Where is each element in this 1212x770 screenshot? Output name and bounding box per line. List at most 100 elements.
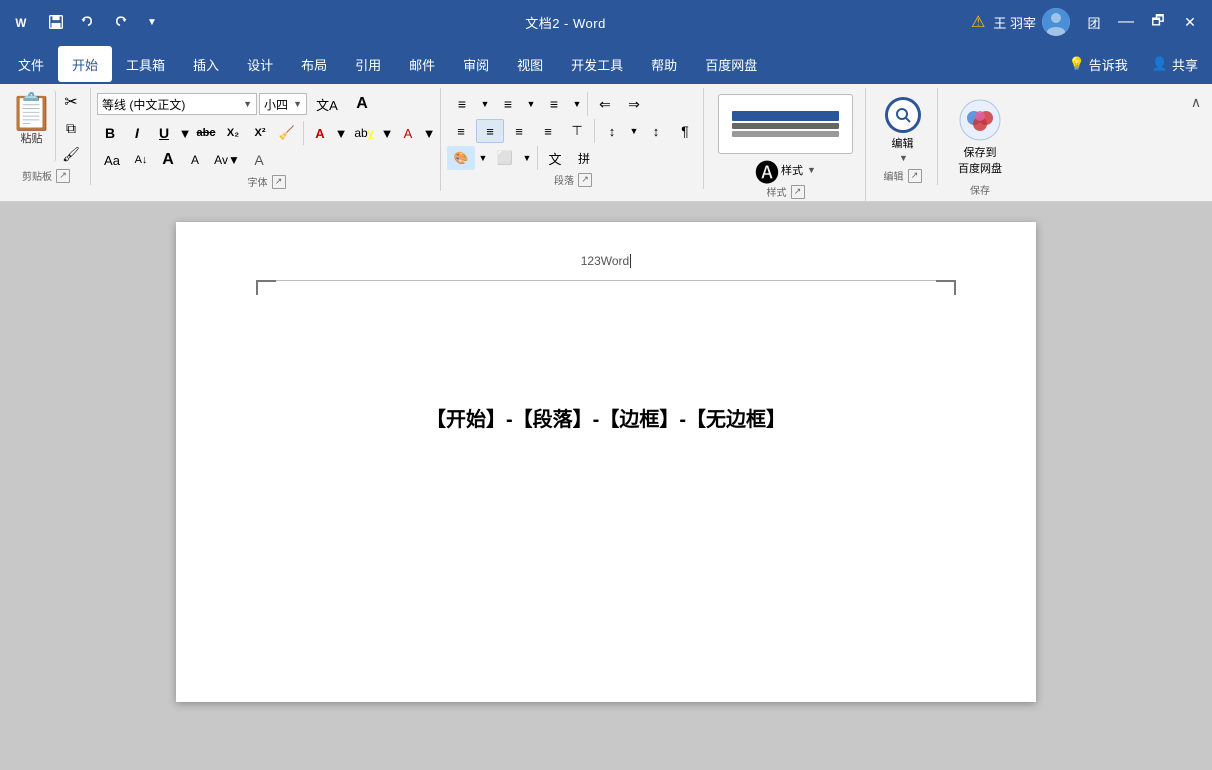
menu-references[interactable]: 引用 — [341, 46, 395, 82]
window-group-button[interactable]: 团 — [1080, 8, 1108, 36]
clear-format-button[interactable]: 🧹 — [274, 121, 300, 145]
restore-button[interactable]: 🗗 — [1144, 8, 1172, 36]
menu-view[interactable]: 视图 — [503, 46, 557, 82]
font-a-button[interactable]: A — [347, 92, 377, 116]
font-color-dropdown[interactable]: ▼ — [334, 121, 348, 145]
redo-button[interactable] — [106, 8, 134, 36]
close-button[interactable]: ✕ — [1176, 8, 1204, 36]
menu-baidu-disk[interactable]: 百度网盘 — [691, 46, 771, 82]
menu-layout[interactable]: 布局 — [287, 46, 341, 82]
superscript-button[interactable]: X² — [247, 121, 273, 145]
wn-button[interactable]: 文A — [309, 92, 345, 116]
paste-button[interactable]: 📋 粘贴 — [8, 90, 56, 162]
word-app-icon[interactable]: W — [8, 8, 36, 36]
numbering-dropdown[interactable]: ▼ — [524, 92, 538, 116]
decrease-indent-button[interactable]: ⇐ — [591, 92, 619, 116]
borders-dropdown[interactable]: ▼ — [520, 146, 534, 170]
chinese-layout-button[interactable]: 文 — [541, 146, 569, 170]
header-corner-left — [256, 280, 276, 295]
shrink-font-button[interactable]: A↓ — [128, 148, 154, 172]
font-name-selector[interactable]: 等线 (中文正文) ▼ — [97, 93, 257, 115]
shading-button[interactable]: 🎨 — [447, 146, 475, 170]
save-label: 保存 — [944, 180, 1016, 199]
document-content[interactable]: 【开始】-【段落】-【边框】-【无边框】 — [256, 402, 956, 438]
undo-button[interactable] — [74, 8, 102, 36]
align-center-button[interactable]: ≡ — [476, 119, 504, 143]
font-color2-button[interactable]: A — [395, 121, 421, 145]
align-right-button[interactable]: ≡ — [505, 119, 533, 143]
share-button[interactable]: 👤 共享 — [1142, 51, 1208, 78]
title-bar: W ▼ 文档2 - Word ⚠ 王 羽宰 团 — 🗗 — [0, 0, 1212, 44]
menu-mailings[interactable]: 邮件 — [395, 46, 449, 82]
menu-review[interactable]: 审阅 — [449, 46, 503, 82]
minimize-button[interactable]: — — [1112, 8, 1140, 36]
font-color2-dropdown[interactable]: ▼ — [422, 121, 436, 145]
multilevel-button[interactable]: ≡ — [539, 92, 569, 116]
menu-insert[interactable]: 插入 — [179, 46, 233, 82]
para-divider1 — [587, 92, 588, 116]
borders-button[interactable]: ⬜ — [491, 146, 519, 170]
menu-developer[interactable]: 开发工具 — [557, 46, 637, 82]
font-size-selector[interactable]: 小四 ▼ — [259, 93, 307, 115]
document-page[interactable]: 123Word 【开始】-【段落】-【边框】-【无边框】 — [176, 222, 1036, 702]
char-spacing-button[interactable]: Av▼ — [209, 148, 245, 172]
shrink-font2-button[interactable]: A — [182, 148, 208, 172]
expand-font-button[interactable]: Aa — [97, 148, 127, 172]
text-cursor — [630, 254, 631, 268]
bullets-dropdown[interactable]: ▼ — [478, 92, 492, 116]
editing-search-button[interactable]: 编辑 ▼ — [879, 94, 927, 166]
multilevel-dropdown[interactable]: ▼ — [570, 92, 584, 116]
clipboard-group-content: 📋 粘贴 ✂ ⧉ 🖌 — [8, 90, 84, 166]
numbering-button[interactable]: ≡ — [493, 92, 523, 116]
subscript-button[interactable]: X₂ — [220, 121, 246, 145]
user-info[interactable]: ⚠ 王 羽宰 — [965, 6, 1076, 38]
paragraph-launcher[interactable]: ↗ — [578, 173, 592, 187]
sort-button[interactable]: ↕ — [642, 119, 670, 143]
underline-dropdown[interactable]: ▼ — [178, 121, 192, 145]
align-left-button[interactable]: ≡ — [447, 119, 475, 143]
lightbulb-icon: 💡 — [1069, 56, 1085, 72]
bullets-button[interactable]: ≡ — [447, 92, 477, 116]
menu-help[interactable]: 帮助 — [637, 46, 691, 82]
show-marks-button[interactable]: ¶ — [671, 119, 699, 143]
ribbon-collapse-button[interactable]: ∧ — [1184, 92, 1208, 112]
font-launcher[interactable]: ↗ — [272, 175, 286, 189]
editing-launcher[interactable]: ↗ — [908, 169, 922, 183]
increase-indent-button[interactable]: ⇒ — [620, 92, 648, 116]
styles-launcher[interactable]: ↗ — [791, 185, 805, 199]
cut-button[interactable]: ✂ — [58, 90, 84, 114]
menu-file[interactable]: 文件 — [4, 46, 58, 82]
menu-toolbox[interactable]: 工具箱 — [112, 46, 179, 82]
menu-design[interactable]: 设计 — [233, 46, 287, 82]
distributed-button[interactable]: ⊤ — [563, 119, 591, 143]
line-spacing-dropdown[interactable]: ▼ — [627, 119, 641, 143]
font-color-button[interactable]: A — [307, 121, 333, 145]
styles-panel[interactable] — [718, 94, 854, 154]
grow-font-button[interactable]: A — [155, 148, 181, 172]
pinyin-button[interactable]: 拼 — [570, 146, 598, 170]
customize-quick-access-button[interactable]: ▼ — [138, 8, 166, 36]
document-area: 123Word 【开始】-【段落】-【边框】-【无边框】 — [0, 202, 1212, 770]
document-title: 文档2 - Word — [166, 13, 965, 32]
ribbon: 📋 粘贴 ✂ ⧉ 🖌 剪贴板 ↗ 等线 (中文正文) — [0, 84, 1212, 202]
quick-save-button[interactable] — [42, 8, 70, 36]
line-spacing-button[interactable]: ↕ — [598, 119, 626, 143]
menu-home[interactable]: 开始 — [58, 46, 112, 82]
shading-dropdown[interactable]: ▼ — [476, 146, 490, 170]
italic-button[interactable]: I — [124, 121, 150, 145]
clipboard-launcher[interactable]: ↗ — [56, 169, 70, 183]
tell-me-button[interactable]: 💡 告诉我 — [1059, 51, 1138, 78]
format-painter-button[interactable]: 🖌 — [58, 142, 84, 166]
highlight-dropdown[interactable]: ▼ — [380, 121, 394, 145]
underline-button[interactable]: U — [151, 121, 177, 145]
styles-button[interactable]: 🅐 样式 ▼ — [753, 158, 818, 182]
bold-button[interactable]: B — [97, 121, 123, 145]
paragraph-group: ≡ ▼ ≡ ▼ ≡ ▼ ⇐ ⇒ ≡ ≡ ≡ ≡ ⊤ ↕ — [443, 88, 704, 189]
copy-button[interactable]: ⧉ — [58, 116, 84, 140]
clear-all-format-button[interactable]: A — [246, 148, 272, 172]
save-to-baidu-button[interactable]: 保存到 百度网盘 — [944, 94, 1016, 180]
font-label: 字体 ↗ — [97, 172, 436, 191]
highlight-button[interactable]: aby — [349, 121, 379, 145]
strikethrough-button[interactable]: abc — [193, 121, 219, 145]
justify-button[interactable]: ≡ — [534, 119, 562, 143]
